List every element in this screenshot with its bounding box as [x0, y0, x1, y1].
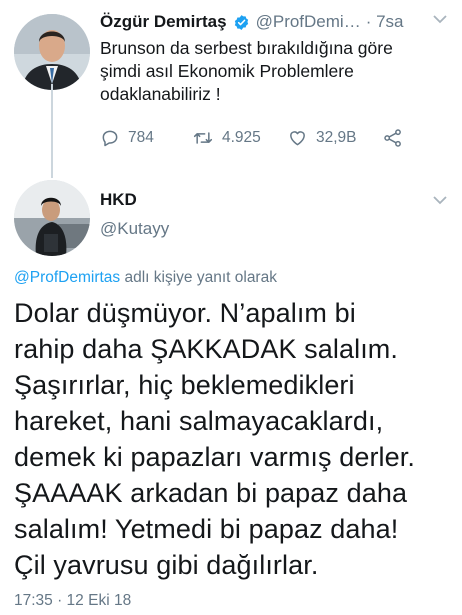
tweet-text-line: salalım! Yetmedi bi papaz daha! — [14, 514, 399, 544]
avatar[interactable] — [14, 14, 90, 90]
tweet-text-line: Şaşırırlar, hiç beklemedikleri — [14, 370, 355, 400]
author-handle[interactable]: @Kutayy — [100, 219, 169, 239]
tweet-text-line: Dolar düşmüyor. N’apalım bi — [14, 298, 356, 328]
reply-to-link[interactable]: @ProfDemirtas — [14, 269, 120, 286]
tweet-text-line: Brunson da serbest bırakıldığına göre — [100, 38, 393, 58]
tweet1-text: Brunson da serbest bırakıldığına göre şi… — [100, 37, 445, 106]
author-name[interactable]: HKD — [100, 190, 137, 210]
tweet-text-line: odaklanabiliriz ! — [100, 84, 221, 104]
retweet-icon — [193, 132, 213, 144]
tweet-text-line: rahip daha ŞAKKADAK salalım. — [14, 334, 398, 364]
tweet-text-line: Çil yavrusu gibi dağılırlar. — [14, 550, 319, 580]
tweet-text-line: demek ki papazları varmış derler. — [14, 442, 415, 472]
avatar-image — [14, 14, 90, 90]
chevron-down-icon[interactable] — [432, 193, 448, 209]
retweet-button[interactable]: 4.925 — [192, 128, 261, 148]
tweet-text-line: şimdi asıl Ekonomik Problemlere — [100, 61, 354, 81]
like-button[interactable]: 32,9B — [287, 128, 357, 148]
reply-icon — [102, 130, 118, 147]
like-count: 32,9B — [316, 129, 357, 146]
verified-icon — [233, 14, 250, 31]
tweet-time[interactable]: · 7sa — [366, 12, 404, 32]
share-button[interactable] — [382, 128, 412, 148]
reply-count: 784 — [128, 129, 154, 146]
reply-button[interactable]: 784 — [100, 128, 154, 148]
reply-to-label: adlı kişiye yanıt olarak — [120, 269, 277, 286]
reply-context: @ProfDemirtas adlı kişiye yanıt olarak — [14, 269, 277, 287]
thread-line — [51, 84, 53, 178]
heart-icon — [290, 131, 305, 146]
tweet-timestamp[interactable]: 17:35 · 12 Eki 18 — [14, 592, 131, 610]
tweet2-text: Dolar düşmüyor. N’apalım bi rahip daha Ş… — [14, 295, 454, 583]
share-icon — [384, 129, 401, 147]
author-name[interactable]: Özgür Demirtaş — [100, 12, 227, 32]
avatar-image — [14, 180, 90, 256]
author-handle[interactable]: @ProfDemi… — [256, 12, 361, 32]
tweet-text-line: ŞAAAAK arkadan bi papaz daha — [14, 478, 408, 508]
retweet-count: 4.925 — [222, 129, 261, 146]
avatar[interactable] — [14, 180, 90, 256]
chevron-down-icon[interactable] — [432, 12, 448, 28]
tweet1-header: Özgür Demirtaş @ProfDemi… · 7sa — [100, 9, 425, 35]
tweet-text-line: hareket, hani salmayacaklardı, — [14, 406, 384, 436]
